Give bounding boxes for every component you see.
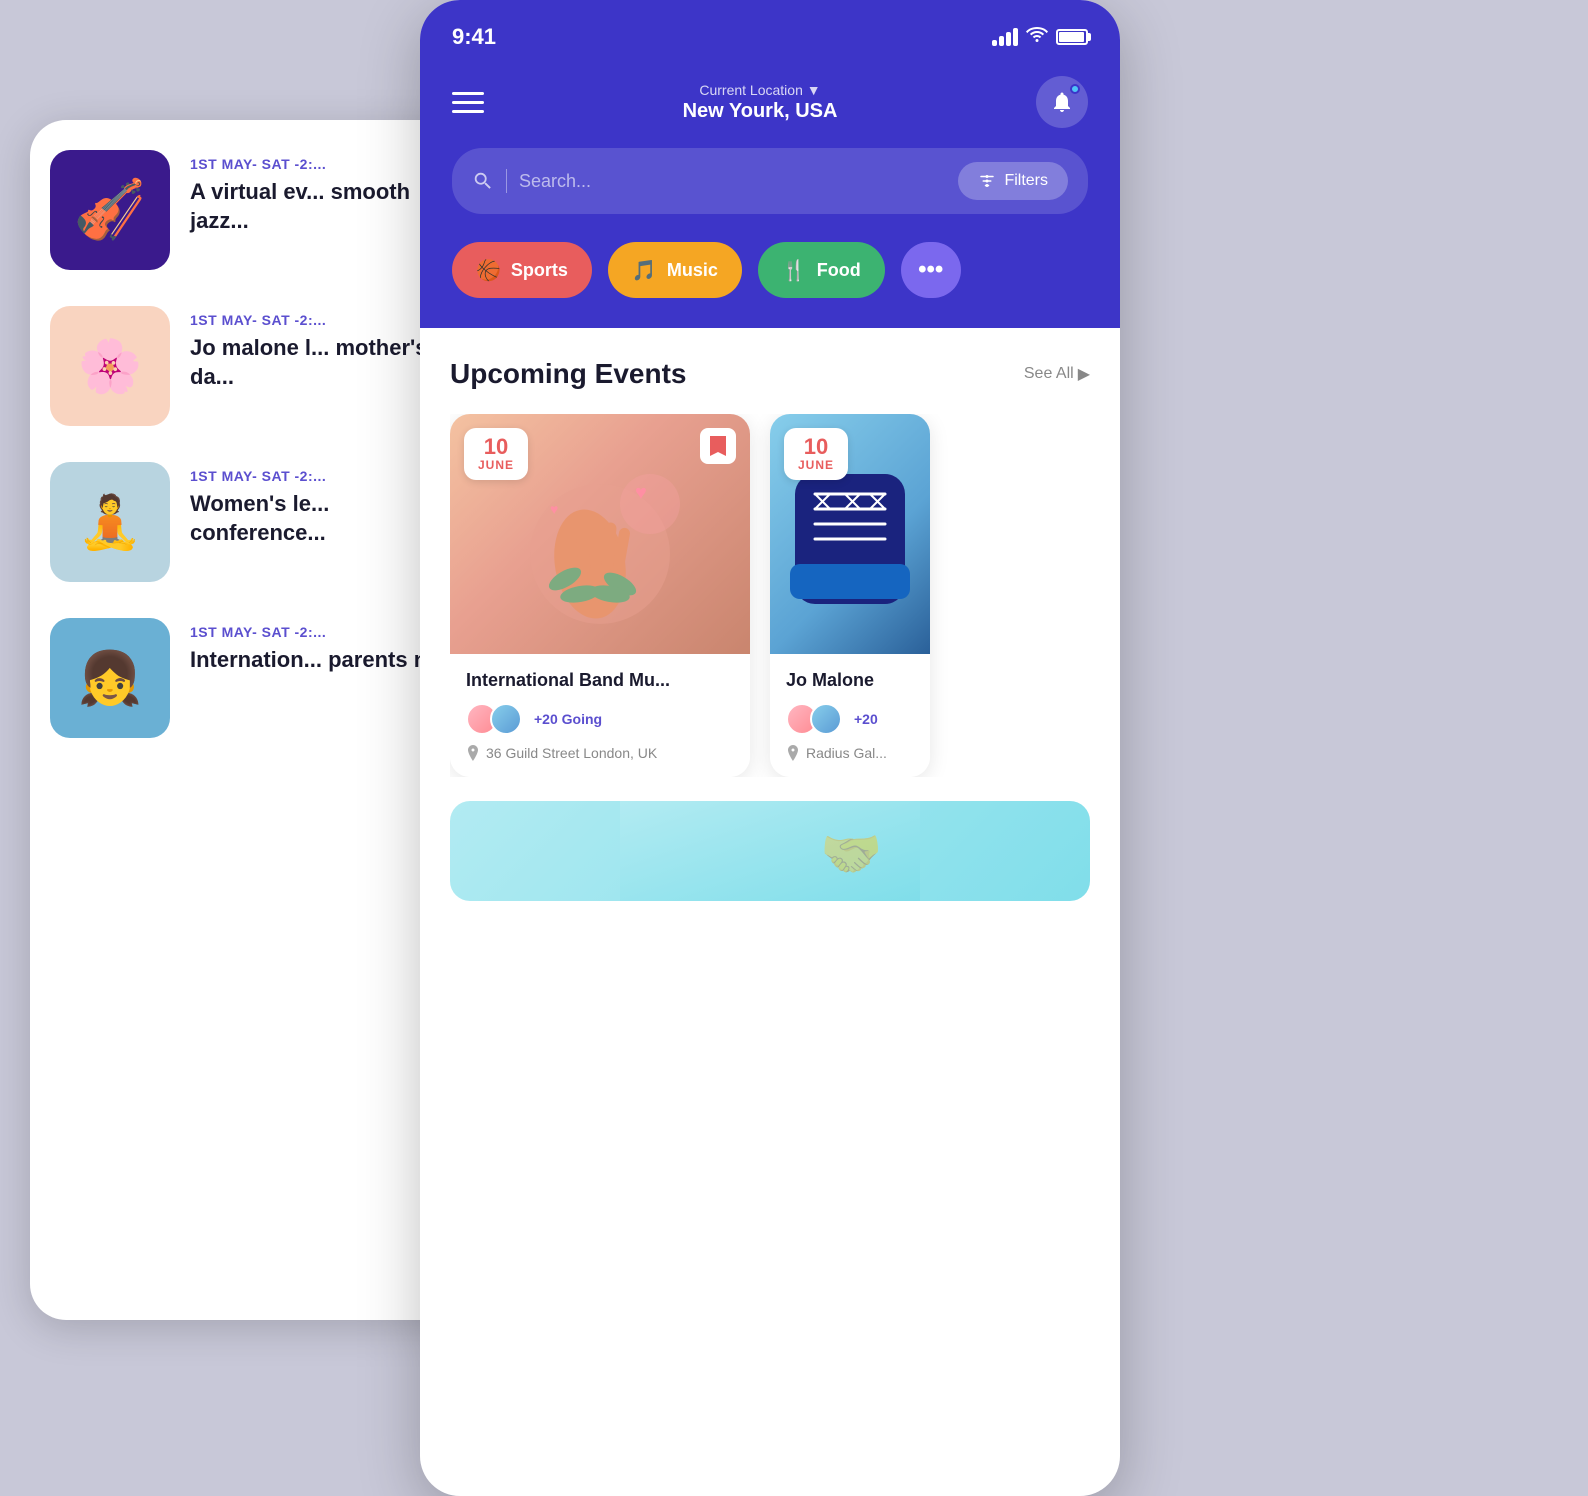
hamburger-menu[interactable] bbox=[452, 92, 484, 113]
battery-icon bbox=[1056, 29, 1088, 45]
girl-icon: 👧 bbox=[78, 648, 143, 709]
filter-icon bbox=[978, 172, 996, 190]
event-card-jo-malone[interactable]: 10 JUNE Jo Malone +20 bbox=[770, 414, 930, 777]
event-attendees-jo: +20 bbox=[786, 703, 914, 735]
location-display[interactable]: Current Location ▼ New Yourk, USA bbox=[683, 82, 838, 123]
list-item[interactable]: 🎻 1ST MAY- SAT -2:... A virtual ev... sm… bbox=[50, 150, 470, 270]
avatar bbox=[490, 703, 522, 735]
categories-row: 🏀 Sports 🎵 Music 🍴 Food ••• bbox=[452, 242, 1088, 304]
event-location-band: 36 Guild Street London, UK bbox=[466, 745, 734, 761]
notification-button[interactable] bbox=[1036, 76, 1088, 128]
date-month: JUNE bbox=[478, 458, 514, 472]
event-info-band: International Band Mu... +20 Going 36 Gu… bbox=[450, 654, 750, 777]
date-badge-band: 10 JUNE bbox=[464, 428, 528, 480]
events-row: ♥ ♥ 10 JUNE bbox=[450, 414, 1090, 777]
wifi-icon bbox=[1026, 27, 1048, 48]
date-day: 10 bbox=[478, 436, 514, 458]
bookmark-button-band[interactable] bbox=[700, 428, 736, 464]
going-count-jo: +20 bbox=[854, 711, 878, 727]
avatar-stack bbox=[786, 703, 834, 735]
status-bar: 9:41 bbox=[420, 0, 1120, 60]
main-content: Upcoming Events See All ▶ bbox=[420, 328, 1120, 931]
category-music[interactable]: 🎵 Music bbox=[608, 242, 742, 298]
header: Current Location ▼ New Yourk, USA Search… bbox=[420, 60, 1120, 328]
avatar bbox=[810, 703, 842, 735]
music-icon: 🎵 bbox=[632, 258, 657, 283]
food-label: Food bbox=[817, 260, 861, 281]
bell-icon bbox=[1050, 90, 1074, 114]
event-card-band[interactable]: ♥ ♥ 10 JUNE bbox=[450, 414, 750, 777]
filters-label: Filters bbox=[1004, 172, 1048, 190]
violin-icon: 🎻 bbox=[74, 176, 146, 244]
search-input-area: Search... bbox=[472, 169, 944, 193]
avatar-stack bbox=[466, 703, 514, 735]
category-more[interactable]: ••• bbox=[901, 242, 961, 298]
upcoming-events-header: Upcoming Events See All ▶ bbox=[450, 358, 1090, 390]
header-top: Current Location ▼ New Yourk, USA bbox=[452, 76, 1088, 128]
music-label: Music bbox=[667, 260, 718, 281]
list-item[interactable]: 👧 1ST MAY- SAT -2:... Internation... par… bbox=[50, 618, 470, 738]
search-icon bbox=[472, 170, 494, 192]
event-image-jo-malone: 10 JUNE bbox=[770, 414, 930, 654]
event-thumbnail: 🧘 bbox=[50, 462, 170, 582]
list-item[interactable]: 🌸 1ST MAY- SAT -2:... Jo malone l... mot… bbox=[50, 306, 470, 426]
date-month: JUNE bbox=[798, 458, 834, 472]
location-pin-icon bbox=[466, 745, 480, 761]
filters-button[interactable]: Filters bbox=[958, 162, 1068, 200]
woman-icon: 🧘 bbox=[78, 492, 143, 553]
going-count-band: +20 Going bbox=[534, 711, 602, 727]
category-sports[interactable]: 🏀 Sports bbox=[452, 242, 592, 298]
svg-text:🤝: 🤝 bbox=[820, 826, 882, 882]
event-thumbnail: 🌸 bbox=[50, 306, 170, 426]
food-icon: 🍴 bbox=[782, 258, 807, 283]
svg-text:♥: ♥ bbox=[550, 501, 558, 517]
event-thumbnail: 🎻 bbox=[50, 150, 170, 270]
flower-icon: 🌸 bbox=[78, 336, 143, 397]
sports-icon: 🏀 bbox=[476, 258, 501, 283]
event-attendees-band: +20 Going bbox=[466, 703, 734, 735]
event-name-jo: Jo Malone bbox=[786, 670, 914, 691]
see-all-button[interactable]: See All ▶ bbox=[1024, 364, 1090, 384]
event-location-jo: Radius Gal... bbox=[786, 745, 914, 761]
status-time: 9:41 bbox=[452, 24, 496, 50]
event-thumbnail: 👧 bbox=[50, 618, 170, 738]
date-badge-jo: 10 JUNE bbox=[784, 428, 848, 480]
notification-dot bbox=[1070, 84, 1080, 94]
search-placeholder: Search... bbox=[519, 171, 591, 192]
status-icons bbox=[992, 27, 1088, 48]
location-pin-icon bbox=[786, 745, 800, 761]
signal-icon bbox=[992, 28, 1018, 46]
svg-text:♥: ♥ bbox=[635, 482, 647, 504]
bottom-hint-card: 🤝 bbox=[450, 801, 1090, 901]
search-bar[interactable]: Search... Filters bbox=[452, 148, 1088, 214]
main-phone-card: 9:41 bbox=[420, 0, 1120, 1496]
list-item[interactable]: 🧘 1ST MAY- SAT -2:... Women's le... conf… bbox=[50, 462, 470, 582]
date-day: 10 bbox=[798, 436, 834, 458]
sports-label: Sports bbox=[511, 260, 568, 281]
location-label: Current Location ▼ bbox=[683, 82, 838, 98]
section-title: Upcoming Events bbox=[450, 358, 686, 390]
event-image-band: ♥ ♥ 10 JUNE bbox=[450, 414, 750, 654]
location-name: New Yourk, USA bbox=[683, 100, 838, 123]
category-food[interactable]: 🍴 Food bbox=[758, 242, 885, 298]
event-info-jo: Jo Malone +20 Radius Gal... bbox=[770, 654, 930, 777]
bookmark-icon bbox=[710, 436, 726, 456]
event-name-band: International Band Mu... bbox=[466, 670, 734, 691]
